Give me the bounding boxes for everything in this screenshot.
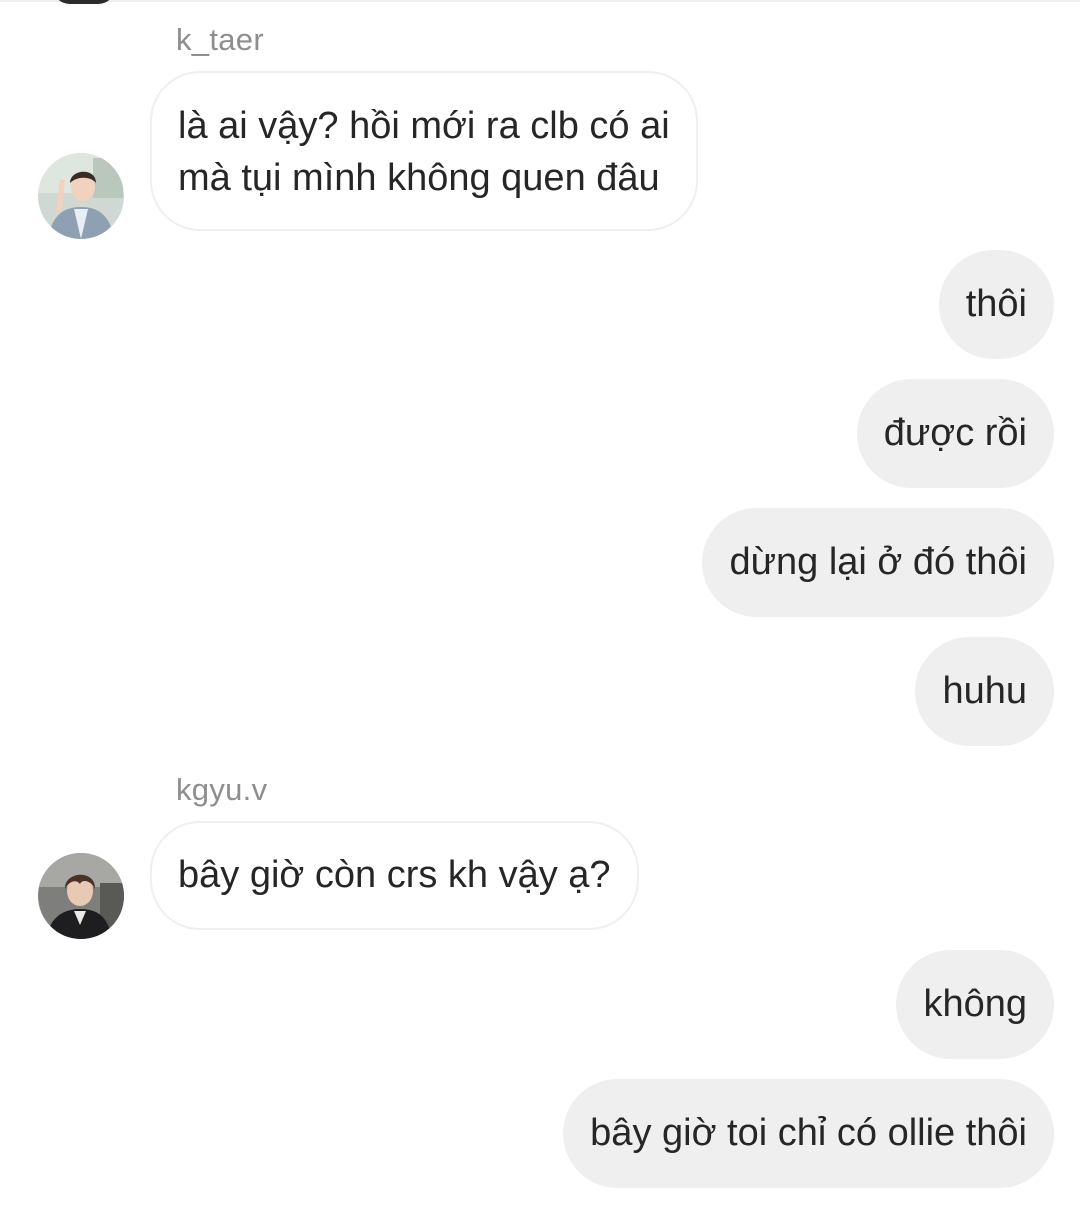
message-text-line: bây giờ còn crs kh vậy ạ?	[178, 854, 611, 896]
sender-name[interactable]: k_taer	[176, 22, 264, 58]
outgoing-message-bubble[interactable]: dừng lại ở đó thôi	[702, 508, 1054, 617]
message-text-line: mà tụi mình không quen đâu	[178, 157, 660, 199]
outgoing-message-bubble[interactable]: không	[896, 950, 1054, 1059]
outgoing-message-bubble[interactable]: thôi	[938, 250, 1054, 359]
sender-name[interactable]: kgyu.v	[176, 772, 267, 808]
incoming-message-bubble[interactable]: là ai vậy? hồi mới ra clb có ai mà tụi m…	[150, 71, 698, 231]
outgoing-message-bubble[interactable]: bây giờ toi chỉ có ollie thôi	[563, 1079, 1054, 1188]
user-photo-icon[interactable]	[38, 853, 124, 939]
previous-avatar-edge	[52, 0, 116, 4]
message-text-line: là ai vậy? hồi mới ra clb có ai	[178, 105, 670, 147]
incoming-message-bubble[interactable]: bây giờ còn crs kh vậy ạ?	[150, 821, 639, 930]
outgoing-message-bubble[interactable]: huhu	[915, 637, 1054, 746]
top-divider	[0, 0, 1080, 2]
user-photo-icon[interactable]	[38, 153, 124, 239]
outgoing-message-bubble[interactable]: được rồi	[856, 379, 1054, 488]
